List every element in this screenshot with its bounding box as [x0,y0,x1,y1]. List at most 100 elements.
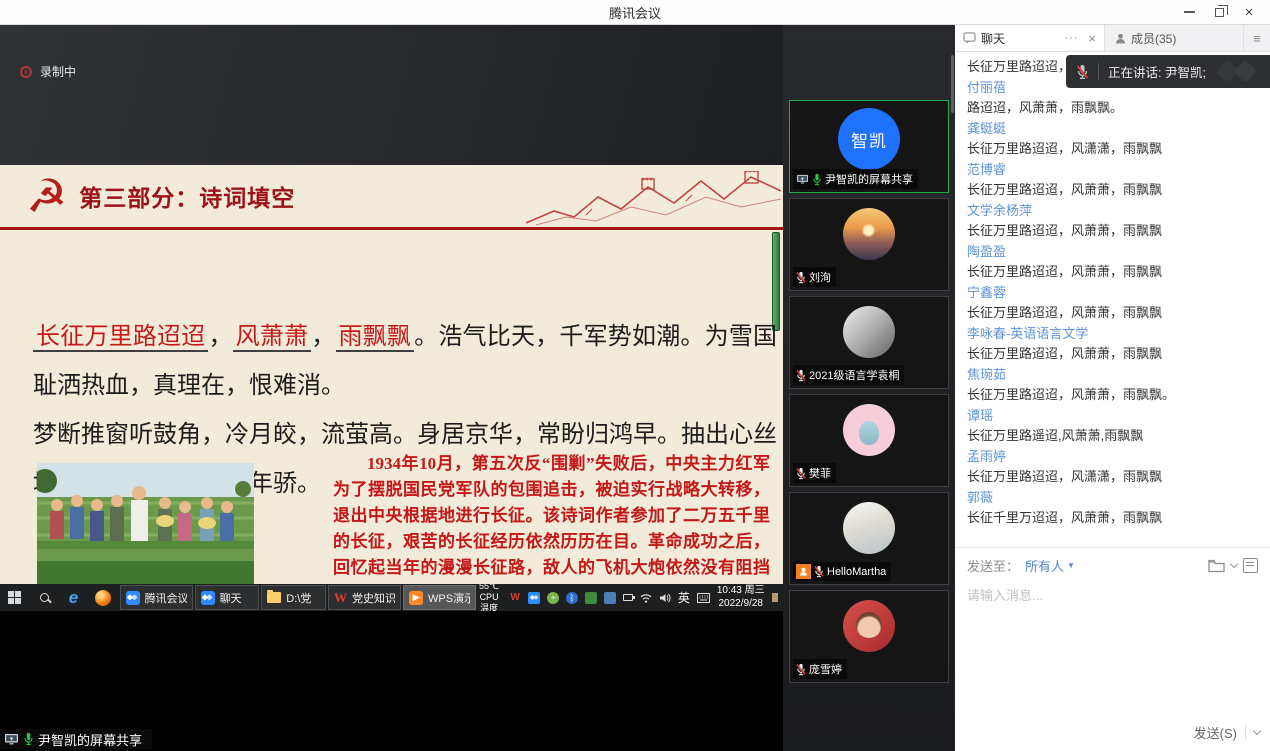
tray-app-icon[interactable] [772,593,778,602]
participant-tile[interactable]: 刘洵 [789,198,949,291]
wps-tray-icon[interactable]: W [509,592,521,604]
divider [1098,63,1099,80]
mic-on-icon [23,732,34,746]
chat-input[interactable]: 请输入消息... [967,585,1258,604]
message-sender: 范博睿 [967,160,1258,181]
battery-icon[interactable] [623,594,633,601]
slide-title: 第三部分：诗词填空 [79,179,295,213]
chat-tab-bar: 聊天 ··· × 成员(35) ≡ [955,25,1270,52]
network-app-tray-icon[interactable] [604,592,616,604]
taskbar-button-folder[interactable]: D:\党 [261,585,326,610]
mic-muted-icon [796,467,806,480]
network-icon[interactable] [640,593,652,603]
recording-label: 录制中 [40,63,76,80]
taskbar-button-wps-presentation[interactable]: ▶ WPS演示 ... [403,585,476,610]
taskbar-button-label: WPS演示 ... [428,590,470,606]
message-sender: 龚蜓蜓 [967,119,1258,140]
announcement-icon[interactable] [1243,558,1258,573]
participant-name: 刘洵 [809,269,831,285]
taskbar-button-wps-writer[interactable]: W 党史知识竞.. [328,585,401,610]
participant-name-label: HelloMartha [793,562,891,581]
participant-name-label: 庞雪婷 [793,659,847,679]
participant-tile[interactable]: 2021级语言学袁桐 [789,296,949,389]
edge-icon: e [69,588,78,608]
taskbar-button-meeting[interactable]: 腾讯会议 [120,585,193,610]
graphics-tray-icon[interactable] [585,592,597,604]
chat-message-list[interactable]: 长征万里路迢迢，风 付丽蓓 路迢迢，风萧萧，雨飘飘。 龚蜓蜓 长征万里路迢迢，风… [955,52,1270,547]
close-button[interactable]: × [1234,0,1264,24]
recording-dot-icon [20,66,32,78]
close-chat-icon[interactable]: × [1088,31,1096,46]
avatar [843,306,895,358]
screen-share-banner[interactable]: 尹智凯的屏幕共享 [0,729,152,749]
participant-tile[interactable]: 庞雪婷 [789,590,949,683]
taskbar-search-button[interactable] [29,584,58,611]
more-icon[interactable]: ··· [1064,32,1078,44]
panel-menu-button[interactable]: ≡ [1244,25,1270,51]
avatar: 智凯 [838,108,900,170]
restore-button[interactable] [1204,0,1234,24]
tab-chat[interactable]: 聊天 ··· × [955,25,1105,51]
send-to-dropdown[interactable]: 所有人 ▼ [1025,556,1075,575]
chevron-down-icon[interactable] [1230,560,1238,568]
taskbar-button-chat[interactable]: 聊天 [195,585,260,610]
antivirus-tray-icon[interactable]: + [547,592,559,604]
avatar [843,404,895,456]
participant-strip: 智凯 尹智凯的屏幕共享 刘洵 [783,25,955,751]
send-button[interactable]: 发送(S) [1194,723,1237,742]
volume-icon[interactable] [659,593,671,603]
bluetooth-tray-icon[interactable]: ᛒ [566,592,578,604]
message-text: 长征万里路迢迢，风萧萧，雨飘飘 [967,303,1258,324]
message-sender: 谭瑶 [967,406,1258,427]
meeting-tray-icon[interactable] [528,592,540,604]
taskbar-clock[interactable]: 10:43 周三 2022/9/28 [717,585,765,610]
poem-blank-2: 风萧萧 [233,324,312,352]
send-options-chevron-icon[interactable] [1253,727,1261,735]
mic-muted-icon [1076,64,1089,80]
poem-separator: ， [208,324,232,350]
slide-header: ☭ 第三部分：诗词填空 [0,165,783,230]
participant-tile[interactable]: 樊菲 [789,394,949,487]
start-button[interactable] [0,584,29,611]
message-sender: 文学余杨萍 [967,201,1258,222]
message-sender: 焦琬茹 [967,365,1258,386]
participant-tile-sharing[interactable]: 智凯 尹智凯的屏幕共享 [789,100,949,193]
cpu-temp-widget[interactable]: 55℃ CPU温度 [476,581,502,615]
touch-keyboard-icon[interactable] [697,593,710,603]
message-text: 长征万里路遥迢,风萧萧,雨飘飘 [967,426,1258,447]
tab-members[interactable]: 成员(35) [1105,25,1244,51]
taskbar-button-label: 聊天 [220,590,242,606]
participant-name: 樊菲 [809,465,831,481]
send-to-row: 发送至： 所有人 ▼ [967,556,1258,575]
wps-writer-icon: W [334,590,347,606]
window-controls: × [1174,0,1264,24]
file-folder-icon[interactable] [1208,559,1225,573]
message-text: 长征万里路迢迢，风萧萧，雨飘飘 [967,262,1258,283]
windows-logo-icon [8,591,21,604]
participant-tile[interactable]: HelloMartha [789,492,949,585]
participant-name-label: 尹智凯的屏幕共享 [793,169,918,189]
send-to-label: 发送至： [967,556,1019,575]
avatar [843,208,895,260]
close-icon: × [1245,5,1254,20]
minimize-button[interactable] [1174,0,1204,24]
tencent-chat-icon [201,591,215,605]
meeting-background: 尹智凯的屏幕共享 [0,611,783,751]
strip-scrollbar-thumb[interactable] [951,55,954,113]
tab-members-label: 成员(35) [1131,30,1176,47]
ime-indicator[interactable]: 英 [678,589,690,606]
taskbar-firefox-button[interactable] [88,584,117,611]
tencent-meeting-icon [126,591,140,605]
host-badge-icon [796,564,811,579]
mic-on-icon [812,173,822,186]
great-wall-illustration [526,171,781,227]
search-icon [40,593,49,602]
chat-tab-actions: ··· × [1064,31,1096,46]
mic-muted-icon [814,565,824,578]
tab-chat-label: 聊天 [981,30,1005,47]
taskbar-edge-button[interactable]: e [59,584,88,611]
divider [1245,725,1246,740]
person-icon [1115,33,1126,44]
poem-separator: ， [311,324,335,350]
taskbar-button-label: 党史知识竞.. [352,590,395,606]
